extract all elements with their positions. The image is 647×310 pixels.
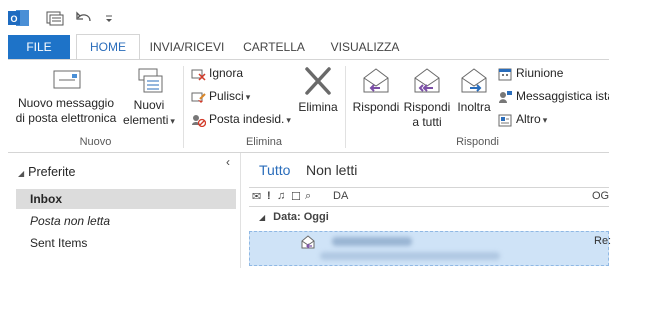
reply-state-column-icon[interactable]: ✉ — [252, 190, 261, 203]
tab-file[interactable]: FILE — [8, 35, 70, 59]
reply-all-label-2: a tutti — [412, 115, 442, 129]
sender-name-blurred — [332, 237, 412, 246]
send-receive-all-icon[interactable] — [46, 10, 64, 26]
reply-icon — [363, 68, 389, 93]
group-label-nuovo: Nuovo — [79, 136, 112, 148]
filter-unread[interactable]: Non letti — [306, 162, 357, 178]
reply-all-icon — [414, 68, 440, 93]
reply-button[interactable]: Rispondi — [350, 66, 402, 115]
new-items-button[interactable]: Nuovi elementi ▾ — [120, 66, 178, 129]
group-label-elimina: Elimina — [245, 136, 283, 148]
svg-text:O: O — [10, 14, 17, 24]
favorites-header[interactable]: ◢ Preferite — [18, 165, 75, 179]
tab-home[interactable]: HOME — [76, 34, 140, 60]
importance-column-icon[interactable]: ! — [267, 190, 271, 202]
group-label-rispondi: Rispondi — [456, 136, 499, 148]
new-email-button[interactable]: Nuovo messaggio di posta elettronica — [10, 66, 122, 126]
delete-label: Elimina — [298, 100, 338, 114]
folder-sent-items[interactable]: Sent Items — [16, 233, 236, 253]
new-email-icon — [53, 70, 81, 89]
tab-send-receive[interactable]: INVIA/RICEVI — [144, 35, 230, 59]
subject-column-header[interactable]: OG — [592, 190, 609, 202]
from-column-header[interactable]: DA — [333, 190, 348, 202]
message-list: Tutto Non letti ✉ ! ♫ ☐ ⌕ DA OG ◢ Data: O… — [249, 153, 612, 268]
tab-folder[interactable]: CARTELLA — [234, 35, 314, 59]
new-email-label-1: Nuovo messaggio — [17, 96, 115, 110]
new-items-label-1: Nuovi — [133, 98, 165, 112]
new-items-icon — [138, 68, 163, 93]
customize-qat-icon[interactable] — [100, 10, 118, 26]
collapse-group-icon: ◢ — [259, 213, 266, 222]
collapse-folder-pane-button[interactable]: ‹ — [226, 155, 230, 169]
meeting-button[interactable]: Riunione — [498, 64, 563, 82]
tab-view[interactable]: VISUALIZZA — [320, 35, 410, 59]
forward-label: Inoltra — [457, 100, 491, 114]
reminder-column-icon[interactable]: ♫ — [277, 190, 285, 202]
reply-all-button[interactable]: Rispondi a tutti — [402, 66, 452, 130]
item-type-column-icon[interactable]: ☐ — [291, 190, 301, 203]
ribbon-tabs: FILE HOME INVIA/RICEVI CARTELLA VISUALIZ… — [8, 34, 609, 60]
ribbon: Nuovo messaggio di posta elettronica Nuo… — [8, 60, 609, 153]
folder-pane: ‹ ◢ Preferite Inbox Posta non letta Sent … — [8, 153, 241, 268]
ignore-button[interactable]: Ignora — [191, 64, 243, 82]
clean-up-button[interactable]: Pulisci ▾ — [191, 87, 250, 105]
forward-icon — [461, 68, 487, 93]
title-bar: O — [0, 0, 647, 34]
ignore-icon — [191, 69, 206, 81]
folder-inbox[interactable]: Inbox — [16, 189, 236, 209]
undo-icon[interactable] — [76, 10, 94, 26]
delete-icon — [305, 67, 331, 95]
clean-up-icon — [191, 92, 206, 103]
filter-all[interactable]: Tutto — [259, 162, 290, 178]
folder-unread-mail[interactable]: Posta non letta — [16, 211, 236, 231]
expand-triangle-icon: ◢ — [18, 169, 25, 178]
preview-blurred — [320, 252, 500, 260]
forward-button[interactable]: Inoltra — [452, 66, 496, 115]
more-button[interactable]: Altro ▾ — [498, 110, 547, 128]
im-icon — [499, 90, 512, 103]
new-items-label-2: elementi ▾ — [123, 113, 175, 127]
reply-all-label-1: Rispondi — [403, 100, 451, 114]
meeting-icon — [498, 68, 512, 81]
new-email-label-2: di posta elettronica — [15, 111, 117, 125]
junk-icon — [192, 114, 207, 127]
attachment-column-icon[interactable]: ⌕ — [305, 190, 311, 203]
outlook-icon[interactable]: O — [8, 8, 30, 28]
replied-envelope-icon — [301, 235, 315, 249]
reply-label: Rispondi — [352, 100, 400, 114]
message-subject: Re: — [594, 235, 612, 247]
more-icon — [498, 114, 512, 127]
junk-button[interactable]: Posta indesid. ▾ — [191, 110, 291, 128]
column-headers: ✉ ! ♫ ☐ ⌕ DA OG — [249, 187, 609, 207]
date-group-header[interactable]: ◢ Data: Oggi — [249, 207, 609, 227]
im-button[interactable]: Messaggistica ista — [498, 87, 609, 105]
message-row[interactable]: Re: — [249, 231, 612, 266]
delete-button[interactable]: Elimina — [296, 66, 340, 115]
